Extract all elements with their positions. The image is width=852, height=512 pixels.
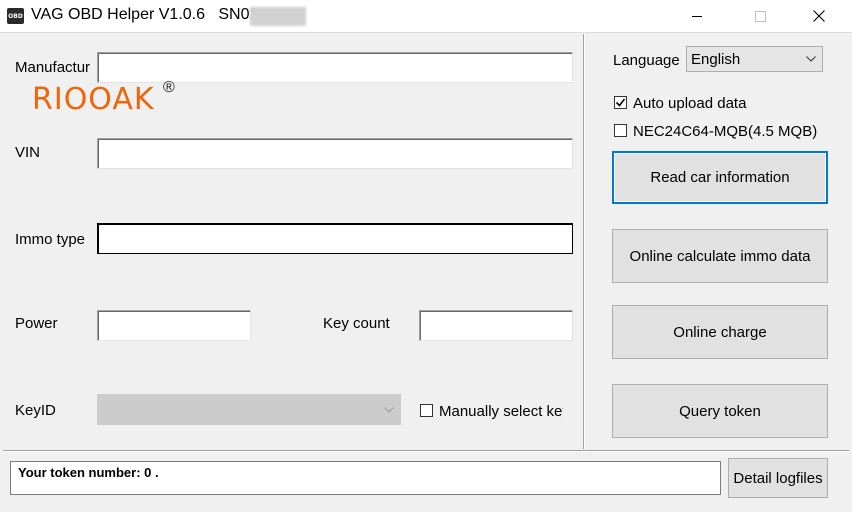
manufacturer-label: Manufactur [15,59,91,76]
auto-upload-checkbox[interactable] [614,96,627,109]
detail-logfiles-button[interactable]: Detail logfiles [728,458,828,498]
online-calculate-immo-label: Online calculate immo data [629,247,811,265]
online-charge-label: Online charge [673,323,767,341]
app-icon: OBD [7,8,24,24]
vin-label: VIN [15,144,41,161]
horizontal-divider [3,450,849,452]
nec-checkbox[interactable] [614,124,627,137]
riooak-logo: RIOOAK [32,82,155,117]
power-label: Power [15,315,58,332]
checkmark-icon [615,98,626,107]
detail-logfiles-label: Detail logfiles [733,469,823,487]
maximize-button[interactable] [737,0,783,32]
token-status-text: Your token number: 0 . [18,465,159,480]
window-title-text: VAG OBD Helper V1.0.6 [31,6,205,23]
online-charge-button[interactable]: Online charge [612,305,828,359]
power-field[interactable] [97,310,251,341]
minimize-button[interactable] [674,0,720,32]
key-count-field[interactable] [419,310,573,341]
keyid-label: KeyID [15,402,56,419]
query-token-button[interactable]: Query token [612,384,828,438]
chevron-down-icon [806,47,816,71]
window-title: VAG OBD Helper V1.0.6 SN01 [31,6,258,24]
manually-select-key-label: Manually select key [439,403,563,420]
online-calculate-immo-button[interactable]: Online calculate immo data [612,229,828,283]
key-count-label: Key count [323,315,390,332]
read-car-information-label: Read car information [650,169,790,186]
manually-select-key-checkbox[interactable] [420,404,433,417]
token-status-box: Your token number: 0 . [10,461,721,495]
keyid-select[interactable] [97,394,401,425]
immo-type-field[interactable] [97,223,573,254]
language-label: Language [613,52,680,69]
app-icon-text: OBD [8,12,23,20]
minimize-icon [691,15,702,17]
read-car-information-button[interactable]: Read car information [612,151,828,204]
logo-registered-mark: ® [163,79,175,96]
vin-field[interactable] [97,138,573,169]
nec-label: NEC24C64-MQB(4.5 MQB) [633,123,818,140]
close-icon [813,10,825,22]
immo-type-label: Immo type [15,231,86,248]
chevron-down-icon [384,395,394,424]
vertical-divider [583,34,585,449]
auto-upload-label: Auto upload data [633,95,747,112]
close-button[interactable] [796,0,842,32]
query-token-label: Query token [679,402,761,420]
language-select[interactable]: English [686,46,823,72]
maximize-icon [754,10,766,22]
language-value: English [691,50,741,68]
serial-redaction [250,7,306,26]
